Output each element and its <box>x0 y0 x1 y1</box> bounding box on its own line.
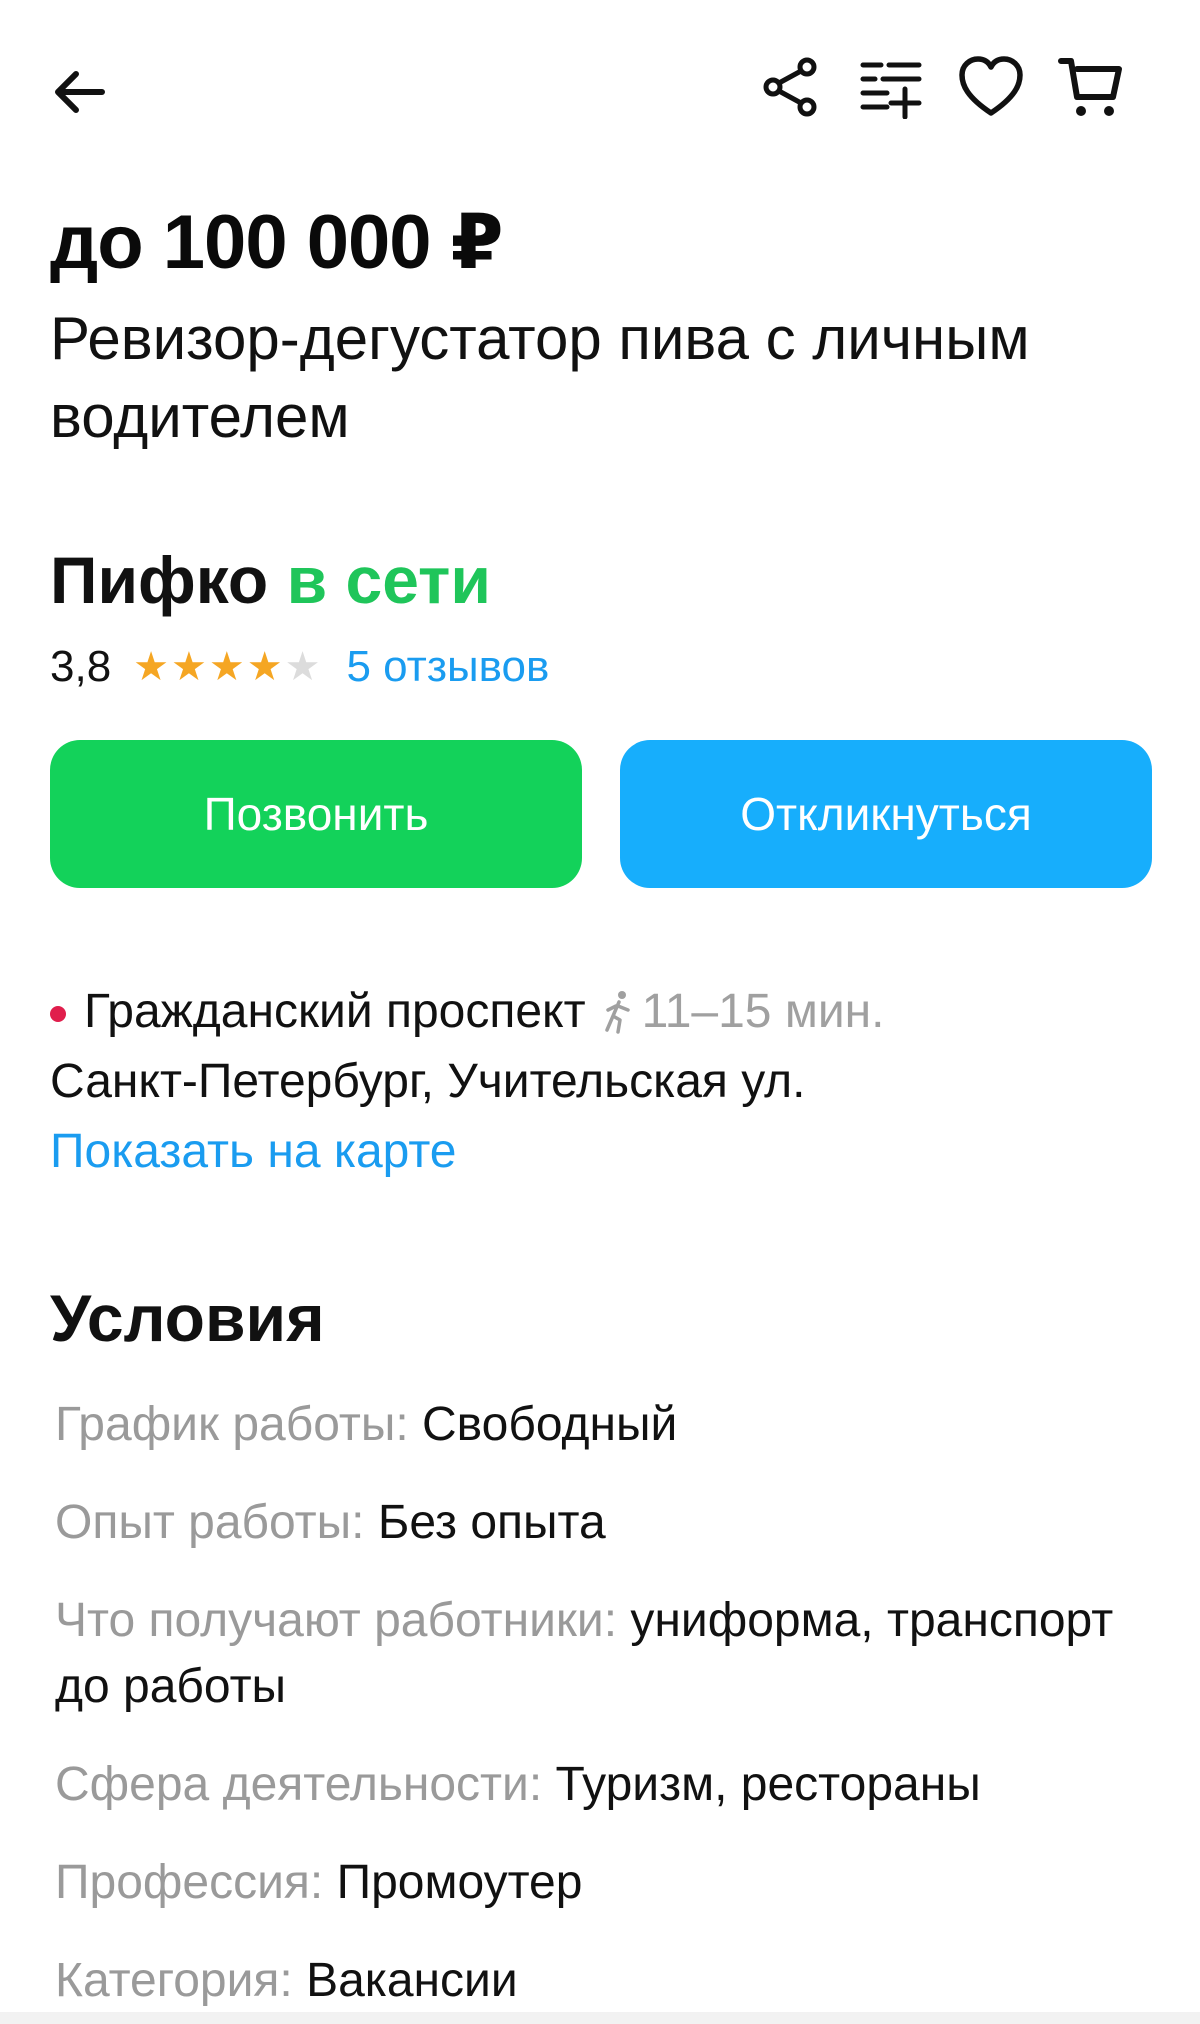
arrow-left-icon <box>55 71 105 113</box>
cart-button[interactable] <box>1052 48 1130 126</box>
condition-label: Профессия: <box>55 1856 324 1909</box>
reviews-link[interactable]: 5 отзывов <box>346 640 549 694</box>
condition-row: Сфера деятельности: Туризм, рестораны <box>55 1752 1155 1818</box>
star-empty-icon: ★ <box>284 645 321 689</box>
rating-stars: ★ ★ ★ ★ ★ <box>133 645 320 689</box>
metro-line-dot <box>50 1006 66 1022</box>
condition-value: Без опыта <box>377 1496 606 1549</box>
star-filled-icon: ★ <box>133 645 170 689</box>
metro-station-name: Гражданский проспект <box>84 985 586 1038</box>
condition-label: Что получают работники: <box>55 1594 618 1647</box>
listing-title: Ревизор-дегустатор пива с личным водител… <box>50 305 1030 450</box>
back-button[interactable] <box>50 52 130 132</box>
walk-time-text: 11–15 мин. <box>641 985 885 1038</box>
metro-station: Гражданский проспект 11–15 мин. <box>50 982 884 1042</box>
share-button[interactable] <box>752 48 830 126</box>
condition-row: Категория: Вакансии <box>55 1948 1155 2014</box>
condition-row: График работы: Свободный <box>55 1392 1155 1458</box>
address: Санкт-Петербург, Учительская ул. <box>50 1055 806 1108</box>
condition-row: Что получают работники: униформа, трансп… <box>55 1588 1155 1720</box>
online-status: в сети <box>286 543 491 617</box>
cart-icon <box>1058 58 1122 116</box>
compare-button[interactable] <box>852 48 930 126</box>
conditions-heading: Условия <box>50 1281 325 1355</box>
walk-time: 11–15 мин. <box>600 982 885 1042</box>
favorite-button[interactable] <box>952 48 1030 126</box>
seller-name: Пифко <box>50 543 269 617</box>
call-button[interactable]: Позвонить <box>50 740 582 888</box>
condition-label: Категория: <box>55 1954 293 2007</box>
walking-person-icon <box>604 991 630 1034</box>
star-filled-icon: ★ <box>246 645 283 689</box>
condition-value: Промоутер <box>336 1856 583 1909</box>
listing-page: до 100 000 ₽ Ревизор-дегустатор пива с л… <box>0 0 1200 2024</box>
price: до 100 000 ₽ <box>50 200 503 285</box>
condition-label: График работы: <box>55 1398 409 1451</box>
top-bar <box>0 40 1200 130</box>
rating-value: 3,8 <box>50 642 112 691</box>
bottom-divider <box>0 2012 1200 2024</box>
condition-value: Туризм, рестораны <box>555 1758 981 1811</box>
seller-block[interactable]: Пифко в сети <box>50 540 491 620</box>
conditions-list: График работы: Свободный Опыт работы: Бе… <box>55 1392 1155 2024</box>
star-filled-icon: ★ <box>171 645 207 689</box>
respond-button[interactable]: Откликнуться <box>620 740 1152 888</box>
heart-icon <box>959 56 1023 116</box>
header-actions <box>752 48 1130 126</box>
condition-value: Вакансии <box>306 1954 518 2007</box>
seller-rating: 3,8 ★ ★ ★ ★ ★ 5 отзывов <box>50 640 549 694</box>
condition-value: Свободный <box>422 1398 678 1451</box>
show-on-map-link[interactable]: Показать на карте <box>50 1122 456 1182</box>
compare-icon <box>860 62 922 119</box>
star-filled-icon: ★ <box>208 645 245 689</box>
condition-label: Опыт работы: <box>55 1496 365 1549</box>
share-icon <box>763 57 817 117</box>
condition-row: Опыт работы: Без опыта <box>55 1490 1155 1556</box>
condition-row: Профессия: Промоутер <box>55 1850 1155 1916</box>
condition-label: Сфера деятельности: <box>55 1758 543 1811</box>
